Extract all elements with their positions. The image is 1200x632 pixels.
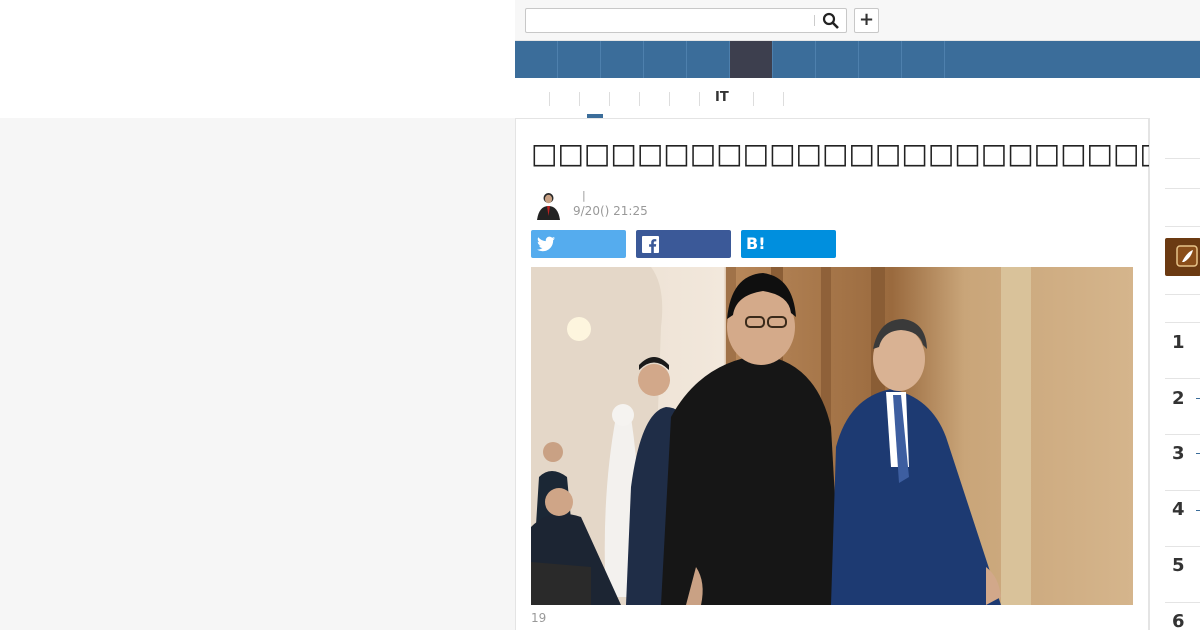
author-avatar[interactable] [533, 189, 564, 220]
ranking-number[interactable]: 2 [1172, 388, 1185, 409]
sidebar-divider [1165, 188, 1200, 189]
search-input[interactable] [526, 9, 811, 32]
ranking-tick [1196, 453, 1200, 454]
nav-item[interactable] [902, 41, 945, 78]
sidebar-divider [1165, 294, 1200, 295]
left-gray-area [0, 118, 515, 630]
left-blank-area [0, 0, 515, 118]
sidebar-divider [1165, 490, 1200, 491]
subnav-divider [579, 92, 580, 106]
article-photo[interactable] [531, 267, 1133, 605]
hatena-bookmark-button[interactable]: B! [741, 230, 836, 258]
search-separator [814, 15, 815, 26]
feather-badge-icon[interactable] [1165, 238, 1200, 276]
publish-date: 9/20() 21:25 [573, 204, 648, 218]
subnav-divider [783, 92, 784, 106]
ranking-tick [1196, 398, 1200, 399]
search-box [525, 8, 847, 33]
sidebar-divider [1165, 322, 1200, 323]
sidebar-divider [1165, 546, 1200, 547]
ranking-tick [1196, 510, 1200, 511]
nav-item[interactable] [773, 41, 816, 78]
photo-caption: 19 [531, 611, 547, 625]
nav-item[interactable] [558, 41, 601, 78]
sidebar-divider [1165, 602, 1200, 603]
nav-item[interactable] [644, 41, 687, 78]
subnav-divider [549, 92, 550, 106]
ranking-number[interactable]: 3 [1172, 443, 1185, 464]
subnav-divider [609, 92, 610, 106]
subnav-divider [669, 92, 670, 106]
nav-item[interactable] [515, 41, 558, 78]
ranking-sidebar: 1 2 3 4 5 6 [1149, 118, 1200, 632]
sub-nav: IT [515, 78, 1200, 118]
subnav-item-it[interactable]: IT [715, 90, 729, 105]
main-nav [515, 41, 1200, 78]
ranking-number[interactable]: 4 [1172, 499, 1185, 520]
ranking-number[interactable]: 6 [1172, 611, 1185, 632]
subnav-divider [753, 92, 754, 106]
facebook-icon [642, 236, 659, 253]
twitter-share-button[interactable] [531, 230, 626, 258]
facebook-share-button[interactable] [636, 230, 731, 258]
sidebar-divider [1165, 226, 1200, 227]
sidebar-divider [1165, 158, 1200, 159]
byline-separator: | [582, 189, 586, 202]
subnav-divider [639, 92, 640, 106]
ranking-number[interactable]: 1 [1172, 332, 1185, 353]
nav-item[interactable] [601, 41, 644, 78]
search-icon[interactable] [822, 12, 840, 30]
add-button[interactable]: + [854, 8, 879, 33]
nav-item[interactable] [687, 41, 730, 78]
ranking-number[interactable]: 5 [1172, 555, 1185, 576]
nav-item[interactable] [859, 41, 902, 78]
nav-item[interactable] [816, 41, 859, 78]
subnav-divider [699, 92, 700, 106]
article: □□□□□□□□□□□□□□□□□□□□□□□□□□ | 9/20() 21:2… [515, 118, 1200, 630]
article-title: □□□□□□□□□□□□□□□□□□□□□□□□□□ [531, 137, 1200, 170]
twitter-icon [537, 236, 555, 252]
sidebar-divider [1165, 434, 1200, 435]
nav-item-active[interactable] [730, 41, 773, 78]
sidebar-divider [1165, 378, 1200, 379]
top-bar: + [515, 0, 1200, 41]
